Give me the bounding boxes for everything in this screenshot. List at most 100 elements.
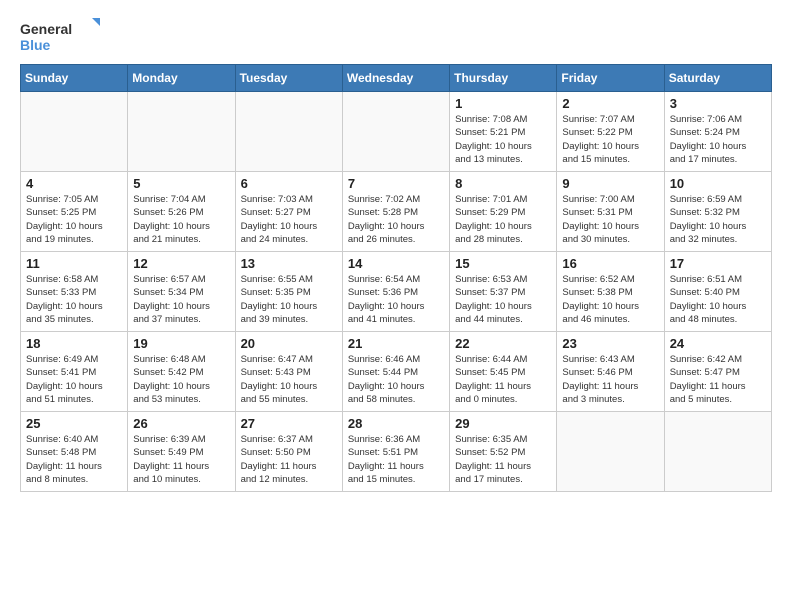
day-number: 25 xyxy=(26,416,122,431)
day-cell xyxy=(557,412,664,492)
day-number: 17 xyxy=(670,256,766,271)
day-cell: 15 Sunrise: 6:53 AM Sunset: 5:37 PM Dayli… xyxy=(450,252,557,332)
day-info: Sunrise: 6:37 AM Sunset: 5:50 PM Dayligh… xyxy=(241,433,337,486)
logo: General Blue xyxy=(20,16,100,56)
day-cell: 17 Sunrise: 6:51 AM Sunset: 5:40 PM Dayli… xyxy=(664,252,771,332)
day-number: 29 xyxy=(455,416,551,431)
col-header-thursday: Thursday xyxy=(450,65,557,92)
day-cell: 16 Sunrise: 6:52 AM Sunset: 5:38 PM Dayli… xyxy=(557,252,664,332)
day-info: Sunrise: 6:47 AM Sunset: 5:43 PM Dayligh… xyxy=(241,353,337,406)
day-number: 24 xyxy=(670,336,766,351)
day-info: Sunrise: 7:04 AM Sunset: 5:26 PM Dayligh… xyxy=(133,193,229,246)
day-number: 26 xyxy=(133,416,229,431)
day-cell xyxy=(21,92,128,172)
day-cell: 11 Sunrise: 6:58 AM Sunset: 5:33 PM Dayli… xyxy=(21,252,128,332)
day-number: 19 xyxy=(133,336,229,351)
day-number: 23 xyxy=(562,336,658,351)
day-info: Sunrise: 7:03 AM Sunset: 5:27 PM Dayligh… xyxy=(241,193,337,246)
day-info: Sunrise: 6:42 AM Sunset: 5:47 PM Dayligh… xyxy=(670,353,766,406)
col-header-saturday: Saturday xyxy=(664,65,771,92)
day-info: Sunrise: 6:36 AM Sunset: 5:51 PM Dayligh… xyxy=(348,433,444,486)
day-cell xyxy=(128,92,235,172)
day-cell: 9Sunrise: 7:00 AM Sunset: 5:31 PM Daylig… xyxy=(557,172,664,252)
day-info: Sunrise: 6:35 AM Sunset: 5:52 PM Dayligh… xyxy=(455,433,551,486)
day-number: 9 xyxy=(562,176,658,191)
day-cell: 13 Sunrise: 6:55 AM Sunset: 5:35 PM Dayli… xyxy=(235,252,342,332)
day-cell: 21 Sunrise: 6:46 AM Sunset: 5:44 PM Dayli… xyxy=(342,332,449,412)
day-number: 5 xyxy=(133,176,229,191)
day-number: 16 xyxy=(562,256,658,271)
day-number: 6 xyxy=(241,176,337,191)
day-cell: 14Sunrise: 6:54 AM Sunset: 5:36 PM Dayli… xyxy=(342,252,449,332)
day-cell: 1 Sunrise: 7:08 AM Sunset: 5:21 PM Daylig… xyxy=(450,92,557,172)
day-number: 8 xyxy=(455,176,551,191)
day-number: 12 xyxy=(133,256,229,271)
day-info: Sunrise: 7:05 AM Sunset: 5:25 PM Dayligh… xyxy=(26,193,122,246)
calendar-table: SundayMondayTuesdayWednesdayThursdayFrid… xyxy=(20,64,772,492)
week-row-4: 18Sunrise: 6:49 AM Sunset: 5:41 PM Dayli… xyxy=(21,332,772,412)
day-cell: 27Sunrise: 6:37 AM Sunset: 5:50 PM Dayli… xyxy=(235,412,342,492)
day-cell: 19 Sunrise: 6:48 AM Sunset: 5:42 PM Dayli… xyxy=(128,332,235,412)
logo-svg: General Blue xyxy=(20,16,100,56)
header-row: SundayMondayTuesdayWednesdayThursdayFrid… xyxy=(21,65,772,92)
col-header-friday: Friday xyxy=(557,65,664,92)
day-number: 28 xyxy=(348,416,444,431)
day-cell: 12 Sunrise: 6:57 AM Sunset: 5:34 PM Dayli… xyxy=(128,252,235,332)
day-number: 7 xyxy=(348,176,444,191)
week-row-5: 25 Sunrise: 6:40 AM Sunset: 5:48 PM Dayli… xyxy=(21,412,772,492)
day-info: Sunrise: 6:55 AM Sunset: 5:35 PM Dayligh… xyxy=(241,273,337,326)
day-cell: 3Sunrise: 7:06 AM Sunset: 5:24 PM Daylig… xyxy=(664,92,771,172)
day-cell: 18Sunrise: 6:49 AM Sunset: 5:41 PM Dayli… xyxy=(21,332,128,412)
day-cell: 4 Sunrise: 7:05 AM Sunset: 5:25 PM Daylig… xyxy=(21,172,128,252)
day-cell: 7 Sunrise: 7:02 AM Sunset: 5:28 PM Daylig… xyxy=(342,172,449,252)
day-info: Sunrise: 6:53 AM Sunset: 5:37 PM Dayligh… xyxy=(455,273,551,326)
col-header-sunday: Sunday xyxy=(21,65,128,92)
day-number: 1 xyxy=(455,96,551,111)
day-info: Sunrise: 6:52 AM Sunset: 5:38 PM Dayligh… xyxy=(562,273,658,326)
day-cell: 2Sunrise: 7:07 AM Sunset: 5:22 PM Daylig… xyxy=(557,92,664,172)
day-cell: 26 Sunrise: 6:39 AM Sunset: 5:49 PM Dayli… xyxy=(128,412,235,492)
day-number: 21 xyxy=(348,336,444,351)
day-number: 10 xyxy=(670,176,766,191)
day-number: 15 xyxy=(455,256,551,271)
day-number: 18 xyxy=(26,336,122,351)
svg-text:Blue: Blue xyxy=(20,37,51,53)
day-cell: 5 Sunrise: 7:04 AM Sunset: 5:26 PM Daylig… xyxy=(128,172,235,252)
week-row-1: 1 Sunrise: 7:08 AM Sunset: 5:21 PM Daylig… xyxy=(21,92,772,172)
day-cell: 8 Sunrise: 7:01 AM Sunset: 5:29 PM Daylig… xyxy=(450,172,557,252)
day-info: Sunrise: 7:01 AM Sunset: 5:29 PM Dayligh… xyxy=(455,193,551,246)
day-cell: 28 Sunrise: 6:36 AM Sunset: 5:51 PM Dayli… xyxy=(342,412,449,492)
day-info: Sunrise: 6:51 AM Sunset: 5:40 PM Dayligh… xyxy=(670,273,766,326)
header: General Blue xyxy=(20,16,772,56)
day-number: 22 xyxy=(455,336,551,351)
day-cell: 22 Sunrise: 6:44 AM Sunset: 5:45 PM Dayli… xyxy=(450,332,557,412)
day-number: 2 xyxy=(562,96,658,111)
day-info: Sunrise: 7:02 AM Sunset: 5:28 PM Dayligh… xyxy=(348,193,444,246)
day-cell: 23Sunrise: 6:43 AM Sunset: 5:46 PM Dayli… xyxy=(557,332,664,412)
day-cell: 20 Sunrise: 6:47 AM Sunset: 5:43 PM Dayli… xyxy=(235,332,342,412)
day-number: 11 xyxy=(26,256,122,271)
day-cell: 6 Sunrise: 7:03 AM Sunset: 5:27 PM Daylig… xyxy=(235,172,342,252)
day-cell xyxy=(664,412,771,492)
day-info: Sunrise: 6:54 AM Sunset: 5:36 PM Dayligh… xyxy=(348,273,444,326)
day-cell: 29 Sunrise: 6:35 AM Sunset: 5:52 PM Dayli… xyxy=(450,412,557,492)
day-info: Sunrise: 6:58 AM Sunset: 5:33 PM Dayligh… xyxy=(26,273,122,326)
day-info: Sunrise: 6:44 AM Sunset: 5:45 PM Dayligh… xyxy=(455,353,551,406)
day-number: 4 xyxy=(26,176,122,191)
day-number: 13 xyxy=(241,256,337,271)
day-cell: 10Sunrise: 6:59 AM Sunset: 5:32 PM Dayli… xyxy=(664,172,771,252)
day-number: 20 xyxy=(241,336,337,351)
day-info: Sunrise: 6:46 AM Sunset: 5:44 PM Dayligh… xyxy=(348,353,444,406)
col-header-tuesday: Tuesday xyxy=(235,65,342,92)
day-info: Sunrise: 6:40 AM Sunset: 5:48 PM Dayligh… xyxy=(26,433,122,486)
week-row-2: 4 Sunrise: 7:05 AM Sunset: 5:25 PM Daylig… xyxy=(21,172,772,252)
day-cell: 25 Sunrise: 6:40 AM Sunset: 5:48 PM Dayli… xyxy=(21,412,128,492)
day-info: Sunrise: 6:57 AM Sunset: 5:34 PM Dayligh… xyxy=(133,273,229,326)
day-info: Sunrise: 6:48 AM Sunset: 5:42 PM Dayligh… xyxy=(133,353,229,406)
day-cell xyxy=(235,92,342,172)
svg-text:General: General xyxy=(20,21,72,37)
day-info: Sunrise: 7:06 AM Sunset: 5:24 PM Dayligh… xyxy=(670,113,766,166)
day-info: Sunrise: 6:39 AM Sunset: 5:49 PM Dayligh… xyxy=(133,433,229,486)
col-header-monday: Monday xyxy=(128,65,235,92)
day-info: Sunrise: 7:08 AM Sunset: 5:21 PM Dayligh… xyxy=(455,113,551,166)
